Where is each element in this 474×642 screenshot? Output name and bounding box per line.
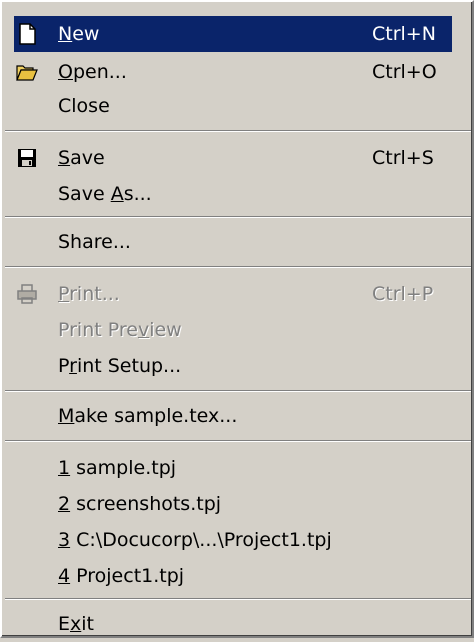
shortcut-label: Ctrl+S: [372, 147, 434, 169]
menu-item-label: Share...: [58, 231, 131, 253]
shortcut-label: Ctrl+N: [372, 23, 436, 45]
menu-item-label: 2 screenshots.tpj: [58, 493, 222, 515]
menu-item-save[interactable]: Save Ctrl+S: [14, 140, 452, 176]
menu-item-save-as[interactable]: Save As...: [14, 176, 452, 212]
menu-separator: [5, 390, 471, 392]
menu-item-label: 3 C:\Docucorp\...\Project1.tpj: [58, 529, 332, 551]
menu-separator: [5, 266, 471, 268]
menu-item-label: Close: [58, 95, 110, 117]
menu-item-label: Exit: [58, 613, 94, 635]
menu-item-label: Open...: [58, 61, 127, 83]
new-document-icon: [19, 23, 36, 45]
menu-item-make-sample[interactable]: Make sample.tex...: [14, 398, 452, 434]
floppy-disk-icon: [18, 149, 36, 167]
recent-file-3[interactable]: 3 C:\Docucorp\...\Project1.tpj: [14, 522, 452, 558]
menu-separator: [5, 440, 471, 442]
recent-file-1[interactable]: 1 sample.tpj: [14, 450, 452, 486]
menu-item-print[interactable]: Print... Ctrl+P: [14, 276, 452, 312]
shortcut-label: Ctrl+O: [372, 61, 437, 83]
menu-item-share[interactable]: Share...: [14, 224, 452, 260]
file-menu: New Ctrl+N Open... Ctrl+O Close Save Ctr…: [0, 0, 474, 638]
shortcut-label: Ctrl+P: [372, 283, 434, 305]
menu-item-label: New: [58, 23, 100, 45]
menu-separator: [5, 130, 471, 132]
menu-item-close[interactable]: Close: [14, 88, 452, 124]
printer-icon: [17, 284, 37, 304]
menu-item-label: Save: [58, 147, 105, 169]
menu-item-label: Save As...: [58, 183, 152, 205]
menu-item-new[interactable]: New Ctrl+N: [14, 16, 452, 52]
menu-item-print-setup[interactable]: Print Setup...: [14, 348, 452, 384]
menu-item-print-preview[interactable]: Print Preview: [14, 312, 452, 348]
menu-item-open[interactable]: Open... Ctrl+O: [14, 54, 452, 90]
menu-item-label: Make sample.tex...: [58, 405, 238, 427]
menu-item-label: Print...: [58, 283, 120, 305]
menu-item-label: Print Setup...: [58, 355, 182, 377]
open-folder-icon: [16, 65, 38, 81]
menu-separator: [5, 598, 471, 600]
recent-file-2[interactable]: 2 screenshots.tpj: [14, 486, 452, 522]
menu-item-label: 4 Project1.tpj: [58, 565, 185, 587]
menu-item-exit[interactable]: Exit: [14, 606, 452, 642]
menu-item-label: 1 sample.tpj: [58, 457, 177, 479]
recent-file-4[interactable]: 4 Project1.tpj: [14, 558, 452, 594]
menu-item-label: Print Preview: [58, 319, 182, 341]
menu-separator: [5, 216, 471, 218]
